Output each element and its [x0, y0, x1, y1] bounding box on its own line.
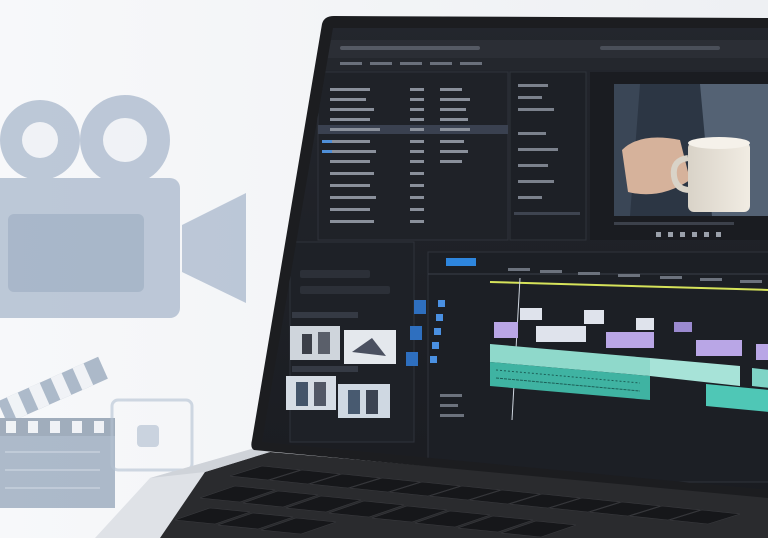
timeline-panel	[427, 251, 768, 483]
project-panel	[317, 71, 509, 241]
clip-thumbnail-image[interactable]	[290, 326, 340, 360]
effect-controls-panel	[509, 71, 587, 241]
media-browser-panel	[286, 241, 415, 443]
editor-menu-bar	[262, 58, 768, 70]
program-monitor	[590, 72, 768, 240]
clip-thumbnail-image[interactable]	[338, 384, 390, 418]
video-editor-screen	[262, 28, 768, 490]
scene	[0, 0, 768, 538]
clip-thumbnail-image[interactable]	[286, 376, 336, 410]
